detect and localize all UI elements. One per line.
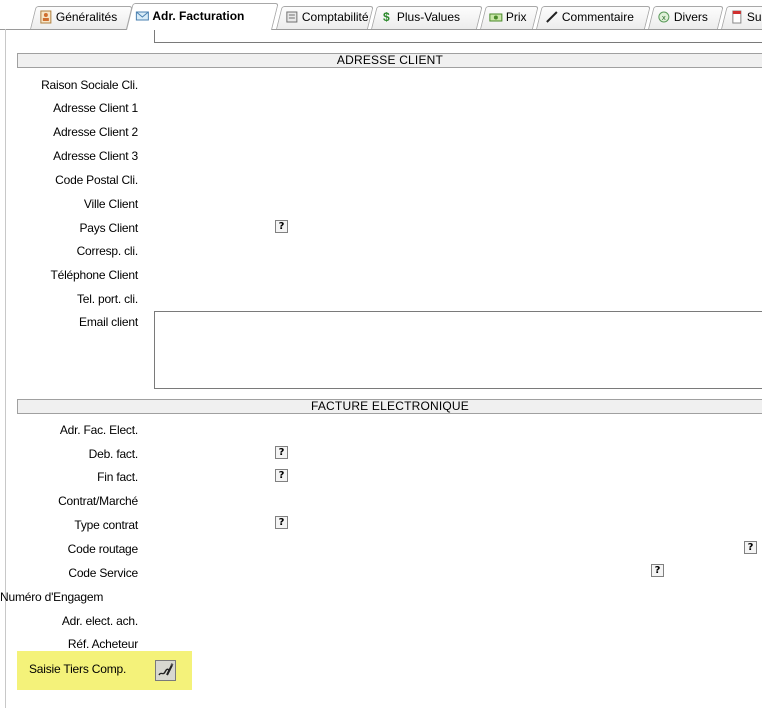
label-telephone-client: Téléphone Client: [50, 268, 138, 282]
billing-address-form: Généralités Comptabilité $ Plus-Values P…: [0, 0, 762, 708]
person-card-icon: [38, 10, 53, 25]
section-header-adresse-client: ADRESSE CLIENT: [17, 53, 762, 68]
label-email-client: Email client: [79, 315, 138, 329]
tab-prix[interactable]: Prix: [480, 6, 539, 29]
label-type-contrat: Type contrat: [74, 518, 138, 532]
label-ville-client: Ville Client: [83, 197, 138, 211]
tab-divers-label: Divers: [673, 10, 708, 24]
label-code-service: Code Service: [68, 566, 138, 580]
label-fin-fact: Fin fact.: [97, 470, 138, 484]
label-raison-sociale: Raison Sociale Cli.: [41, 78, 138, 92]
document-icon: [729, 10, 744, 25]
label-code-postal: Code Postal Cli.: [55, 173, 138, 187]
label-adresse-client-3: Adresse Client 3: [53, 149, 138, 163]
tab-adr-facturation[interactable]: Adr. Facturation: [126, 3, 279, 30]
fin-fact-help-button[interactable]: ?: [275, 469, 288, 482]
tab-suite[interactable]: Su: [721, 6, 762, 29]
label-code-routage: Code routage: [67, 542, 139, 556]
label-tel-port-cli: Tel. port. cli.: [76, 292, 138, 306]
label-adr-fac-elect: Adr. Fac. Elect.: [59, 423, 138, 437]
tab-comptabilite-real[interactable]: Comptabilité: [276, 6, 374, 29]
label-numero-engagement: Numéro d'Engagem: [0, 590, 104, 604]
tab-commentaire-label: Commentaire: [561, 10, 634, 24]
tab-divers[interactable]: x Divers: [648, 6, 724, 29]
tab-adr-facturation-label: Adr. Facturation: [152, 9, 245, 23]
pencil-icon: [544, 10, 559, 25]
spreadsheet-icon: x: [656, 10, 671, 25]
tab-plus-values-label: Plus-Values: [396, 10, 461, 24]
label-adresse-client-2: Adresse Client 2: [53, 125, 138, 139]
dollar-icon: $: [383, 10, 390, 24]
label-adresse-client-1: Adresse Client 1: [53, 101, 138, 115]
tab-generalites-label: Généralités: [55, 10, 118, 24]
svg-text:x: x: [661, 14, 665, 22]
envelope-icon: [134, 9, 149, 24]
signature-pen-icon: [156, 663, 175, 683]
tab-bar: Généralités Comptabilité $ Plus-Values P…: [0, 0, 762, 30]
saisie-tiers-button[interactable]: [155, 660, 176, 681]
left-frame-line: [5, 29, 6, 708]
code-service-help-button[interactable]: ?: [651, 564, 664, 577]
label-contrat-marche: Contrat/Marché: [58, 494, 138, 508]
label-ref-acheteur: Réf. Acheteur: [67, 637, 138, 651]
money-icon: [488, 10, 503, 25]
email-client-textarea[interactable]: [154, 311, 762, 389]
deb-fact-help-button[interactable]: ?: [275, 446, 288, 459]
label-pays-client: Pays Client: [79, 221, 139, 235]
saisie-tiers-label: Saisie Tiers Comp.: [29, 662, 127, 676]
tab-commentaire[interactable]: Commentaire: [536, 6, 651, 29]
pays-client-help-button[interactable]: ?: [275, 220, 288, 233]
label-deb-fact: Deb. fact.: [88, 447, 139, 461]
tab-comptabilite-label: Comptabilité: [301, 10, 369, 24]
label-corresp-cli: Corresp. cli.: [76, 244, 139, 258]
section-header-facture-electronique: FACTURE ELECTRONIQUE: [17, 399, 762, 414]
top-field-stub: [154, 30, 762, 43]
tab-generalites[interactable]: Généralités: [30, 6, 133, 29]
label-adr-elect-ach: Adr. elect. ach.: [61, 614, 138, 628]
tab-prix-label: Prix: [505, 10, 527, 24]
ledger-icon: [284, 10, 299, 25]
code-routage-help-button[interactable]: ?: [744, 541, 757, 554]
tab-plus-values[interactable]: $ Plus-Values: [371, 6, 483, 29]
tab-suite-label: Su: [746, 10, 762, 24]
type-contrat-help-button[interactable]: ?: [275, 516, 288, 529]
saisie-tiers-panel: Saisie Tiers Comp.: [17, 651, 192, 690]
